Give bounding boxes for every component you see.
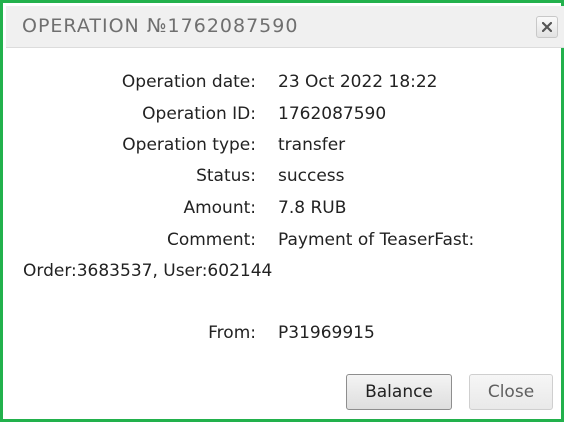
operation-date-label: Operation date: [121,72,256,92]
comment-label: Comment: [166,230,256,250]
status-label: Status: [196,166,256,186]
status-value: success [278,166,345,186]
operation-type-label: Operation type: [122,135,256,155]
amount-label: Amount: [183,198,256,218]
dialog-titlebar[interactable]: OPERATION №1762087590 [6,6,564,48]
operation-dialog: OPERATION №1762087590 Operation date: 23… [0,0,564,422]
dialog-title: OPERATION №1762087590 [22,15,299,37]
operation-id-label: Operation ID: [142,104,256,124]
close-dialog-button[interactable] [536,16,558,38]
amount-value: 7.8 RUB [278,198,347,218]
comment-value: Payment of TeaserFast: [278,230,475,250]
from-label: From: [208,323,256,343]
operation-date-value: 23 Oct 2022 18:22 [278,72,438,92]
comment-continued: Order:3683537, User:602144 [23,261,273,281]
operation-type-value: transfer [278,135,346,155]
close-button[interactable]: Close [469,374,553,410]
operation-id-value: 1762087590 [278,104,387,124]
from-value: P31969915 [278,323,375,343]
balance-button[interactable]: Balance [346,374,452,410]
close-icon [542,22,552,32]
